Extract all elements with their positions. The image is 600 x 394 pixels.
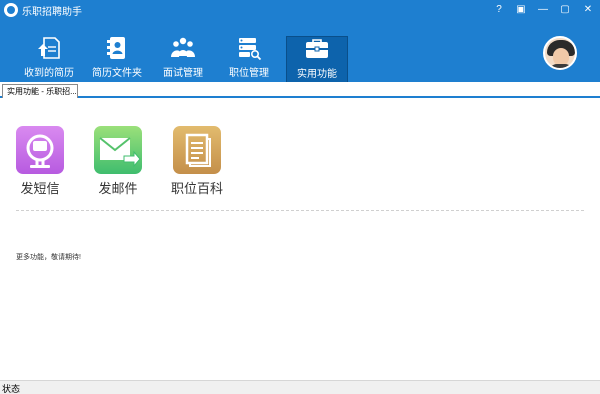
nav-item-resume-folder[interactable]: 简历文件夹 [86, 36, 148, 82]
tab-utilities[interactable]: 实用功能 - 乐职招... [2, 84, 78, 98]
app-title: 乐职招聘助手 [22, 7, 82, 18]
tool-send-email[interactable]: 发邮件 [85, 126, 151, 197]
maximize-button[interactable]: ▢ [554, 0, 576, 20]
minimize-button[interactable]: — [532, 0, 554, 20]
nav-label-resume-folder: 简历文件夹 [92, 68, 142, 79]
tab-strip: 实用功能 - 乐职招... [0, 82, 600, 98]
title-bar: 乐职招聘助手 ? ▣ — ▢ ✕ [0, 0, 600, 20]
tool-job-wiki[interactable]: 职位百科 [164, 126, 230, 197]
app-logo-icon [4, 3, 18, 17]
main-content: 发短信 发邮件 职位百科 更多功能，敬请期待! [0, 98, 600, 380]
tool-send-sms[interactable]: 发短信 [7, 126, 73, 197]
app-window: 乐职招聘助手 ? ▣ — ▢ ✕ 收到的简历 简历文件夹 面试管理 职位管理 实… [0, 0, 600, 394]
avatar-shirt [549, 64, 573, 68]
feedback-button[interactable]: ▣ [510, 0, 532, 20]
contact-folder-icon [107, 37, 125, 59]
tool-label-email: 发邮件 [98, 181, 138, 196]
status-label: 状态 [2, 384, 21, 394]
status-bar: 状态 [0, 380, 600, 394]
document-icon [173, 126, 221, 174]
top-bar: 乐职招聘助手 ? ▣ — ▢ ✕ 收到的简历 简历文件夹 面试管理 职位管理 实… [0, 0, 600, 82]
server-search-icon [239, 38, 262, 60]
coming-soon-text: 更多功能，敬请期待! [16, 254, 81, 261]
section-divider [16, 210, 584, 211]
nav-label-received-resumes: 收到的简历 [24, 68, 74, 79]
nav-label-interview-mgmt: 面试管理 [163, 68, 203, 79]
briefcase-icon [306, 39, 328, 58]
nav-item-received-resumes[interactable]: 收到的简历 [18, 36, 80, 82]
resume-upload-icon [38, 37, 60, 59]
user-avatar[interactable] [543, 36, 577, 70]
nav-item-utilities[interactable]: 实用功能 [286, 36, 348, 82]
nav-label-position-mgmt: 职位管理 [229, 68, 269, 79]
tool-label-sms: 发短信 [20, 181, 60, 196]
tool-label-job-wiki: 职位百科 [170, 181, 223, 196]
window-controls: ? ▣ — ▢ ✕ [488, 0, 600, 20]
sms-icon [16, 126, 64, 174]
people-group-icon [171, 37, 195, 57]
nav-label-utilities: 实用功能 [297, 69, 337, 80]
email-send-icon [94, 126, 142, 174]
close-button[interactable]: ✕ [576, 0, 600, 20]
nav-item-interview-mgmt[interactable]: 面试管理 [152, 36, 214, 82]
nav-item-position-mgmt[interactable]: 职位管理 [218, 36, 280, 82]
help-button[interactable]: ? [488, 0, 510, 20]
